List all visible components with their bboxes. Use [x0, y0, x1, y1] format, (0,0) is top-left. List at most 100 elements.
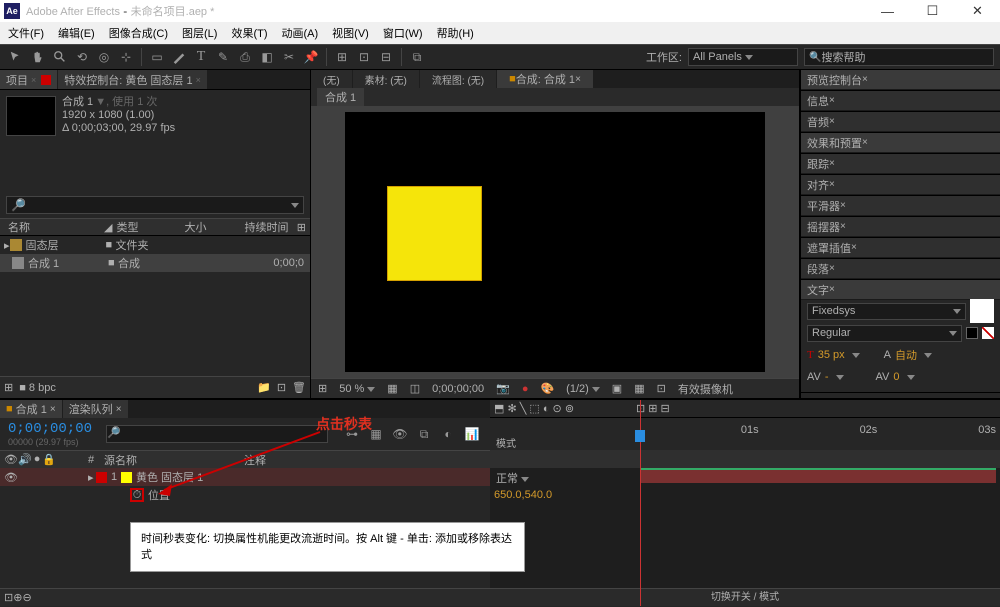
timeline-search[interactable]: 🔎	[106, 425, 328, 443]
snap-toggle[interactable]: ⧉	[407, 47, 427, 67]
graph-icon[interactable]: 📊	[462, 424, 482, 444]
vtab-footage[interactable]: 素材: (无)	[353, 70, 419, 88]
frame-blend-icon[interactable]: ⧉	[414, 424, 434, 444]
vtab-flowchart[interactable]: 流程图: (无)	[420, 70, 496, 88]
layer-visibility-toggle[interactable]: 👁	[4, 471, 16, 483]
transparency-icon[interactable]: ▦	[631, 382, 647, 395]
brush-tool[interactable]: ✎	[213, 47, 233, 67]
timeline-layer-1[interactable]: 👁 ▸ 1 黄色 固态层 1	[0, 468, 490, 486]
color-mgmt-icon[interactable]: 🎨	[537, 382, 557, 395]
channel-icon[interactable]: ●	[519, 383, 532, 395]
vtab-none[interactable]: (无)	[311, 70, 352, 88]
time-ruler[interactable]: 01s 02s 03s	[640, 424, 996, 448]
panel-character[interactable]: 文字 ×	[801, 280, 1000, 300]
panel-wiggler[interactable]: 摇摆器 ×	[801, 217, 1000, 237]
workspace-dropdown[interactable]: All Panels	[688, 48, 798, 66]
panel-smoother[interactable]: 平滑器 ×	[801, 196, 1000, 216]
tab-effect-controls[interactable]: 特效控制台: 黄色 固态层 1×	[58, 70, 207, 89]
new-comp-icon[interactable]: ⊡	[277, 381, 286, 394]
roto-tool[interactable]: ✂	[279, 47, 299, 67]
text-tool[interactable]: T	[191, 47, 211, 67]
comp-mini-flow-icon[interactable]: ⊶	[342, 424, 362, 444]
menu-composition[interactable]: 图像合成(C)	[109, 25, 168, 41]
stroke-color-swatch[interactable]	[966, 327, 978, 339]
pen-tool[interactable]	[169, 47, 189, 67]
tab-project[interactable]: 项目×	[0, 70, 57, 89]
time-display[interactable]: 0;00;00;00	[429, 383, 487, 395]
resolution-dropdown[interactable]: (1/2)	[563, 383, 603, 395]
puppet-tool[interactable]: 📌	[301, 47, 321, 67]
new-folder-icon[interactable]: 📁	[257, 381, 271, 394]
roi-icon[interactable]: ▣	[609, 382, 625, 395]
no-stroke-icon[interactable]	[982, 327, 994, 339]
tracking-value[interactable]: 0	[893, 371, 899, 383]
menu-layer[interactable]: 图层(L)	[182, 25, 217, 41]
toggle-switches-button[interactable]: 切换开关 / 模式	[490, 588, 1000, 606]
selection-tool[interactable]	[6, 47, 26, 67]
project-row-folder[interactable]: ▸ 固态层 ■文件夹	[0, 236, 310, 254]
axis-world[interactable]: ⊡	[354, 47, 374, 67]
menu-animation[interactable]: 动画(A)	[282, 25, 319, 41]
menu-window[interactable]: 窗口(W)	[383, 25, 423, 41]
panel-preview[interactable]: 预览控制台 ×	[801, 70, 1000, 90]
panel-mask-interp[interactable]: 遮罩插值 ×	[801, 238, 1000, 258]
camera-tool[interactable]: ◎	[94, 47, 114, 67]
composition-viewer[interactable]	[311, 106, 799, 378]
interpret-icon[interactable]: ⊞	[4, 381, 13, 394]
axis-view[interactable]: ⊟	[376, 47, 396, 67]
3dview-icon[interactable]: ⊡	[654, 382, 669, 395]
timeline-property-position[interactable]: ⏱ 位置	[0, 486, 490, 504]
panel-paragraph[interactable]: 段落 ×	[801, 259, 1000, 279]
font-family-dropdown[interactable]: Fixedsys	[807, 303, 966, 320]
vtab-comp[interactable]: ■ 合成: 合成 1 ×	[497, 70, 593, 88]
menu-effect[interactable]: 效果(T)	[231, 25, 267, 41]
project-search-input[interactable]: 🔎	[6, 196, 304, 214]
menu-file[interactable]: 文件(F)	[8, 25, 44, 41]
playhead[interactable]	[640, 400, 641, 606]
project-row-comp[interactable]: 合成 1 ■合成 0;00;0	[0, 254, 310, 272]
moblur-icon[interactable]: ◐	[438, 424, 458, 444]
stamp-tool[interactable]: ⎙	[235, 47, 255, 67]
mask-toggle-icon[interactable]: ◫	[407, 382, 423, 395]
search-help-input[interactable]: 🔍 搜索帮助	[804, 48, 994, 66]
panel-align[interactable]: 对齐 ×	[801, 175, 1000, 195]
zoom-in-icon[interactable]: ⊕	[13, 591, 22, 604]
layer-label-color[interactable]	[96, 472, 107, 483]
leading-value[interactable]: 自动	[895, 347, 917, 363]
panel-tracker[interactable]: 跟踪 ×	[801, 154, 1000, 174]
draft3d-icon[interactable]: ▦	[366, 424, 386, 444]
rotate-tool[interactable]: ⟲	[72, 47, 92, 67]
zoom-out-icon[interactable]: ⊖	[22, 591, 31, 604]
menu-view[interactable]: 视图(V)	[332, 25, 369, 41]
camera-dropdown[interactable]: 有效摄像机	[675, 381, 736, 397]
minimize-button[interactable]: —	[865, 0, 910, 22]
column-options-icon[interactable]: ⊞	[297, 221, 306, 234]
kerning-value[interactable]: -	[825, 371, 829, 383]
tab-render-queue[interactable]: 渲染队列 ×	[63, 400, 128, 418]
stopwatch-icon[interactable]: ⏱	[130, 488, 144, 502]
close-button[interactable]: ✕	[955, 0, 1000, 22]
zoom-tool[interactable]	[50, 47, 70, 67]
comp-subtab[interactable]: 合成 1	[317, 88, 364, 106]
hand-tool[interactable]	[28, 47, 48, 67]
rect-tool[interactable]: ▭	[147, 47, 167, 67]
position-value[interactable]: 650.0,540.0	[494, 489, 552, 501]
panel-effects[interactable]: 效果和预置 ×	[801, 133, 1000, 153]
bpc-button[interactable]: ■ 8 bpc	[19, 382, 56, 394]
shy-icon[interactable]: 👁	[390, 424, 410, 444]
panel-info[interactable]: 信息 ×	[801, 91, 1000, 111]
panel-audio[interactable]: 音频 ×	[801, 112, 1000, 132]
toggle-switches-icon[interactable]: ⊡	[4, 591, 13, 604]
fill-color-swatch[interactable]	[970, 299, 994, 323]
maximize-button[interactable]: ☐	[910, 0, 955, 22]
eraser-tool[interactable]: ◧	[257, 47, 277, 67]
axis-local[interactable]: ⊞	[332, 47, 352, 67]
snapshot-icon[interactable]: 📷	[493, 382, 513, 395]
layer-duration-bar[interactable]	[640, 470, 996, 483]
tab-timeline-comp[interactable]: ■ 合成 1 ×	[0, 400, 62, 418]
menu-edit[interactable]: 编辑(E)	[58, 25, 95, 41]
yellow-solid-layer[interactable]	[387, 186, 482, 281]
anchor-tool[interactable]: ⊹	[116, 47, 136, 67]
grid-icon[interactable]: ⊞	[315, 382, 330, 395]
zoom-dropdown[interactable]: 50 %	[336, 383, 378, 395]
